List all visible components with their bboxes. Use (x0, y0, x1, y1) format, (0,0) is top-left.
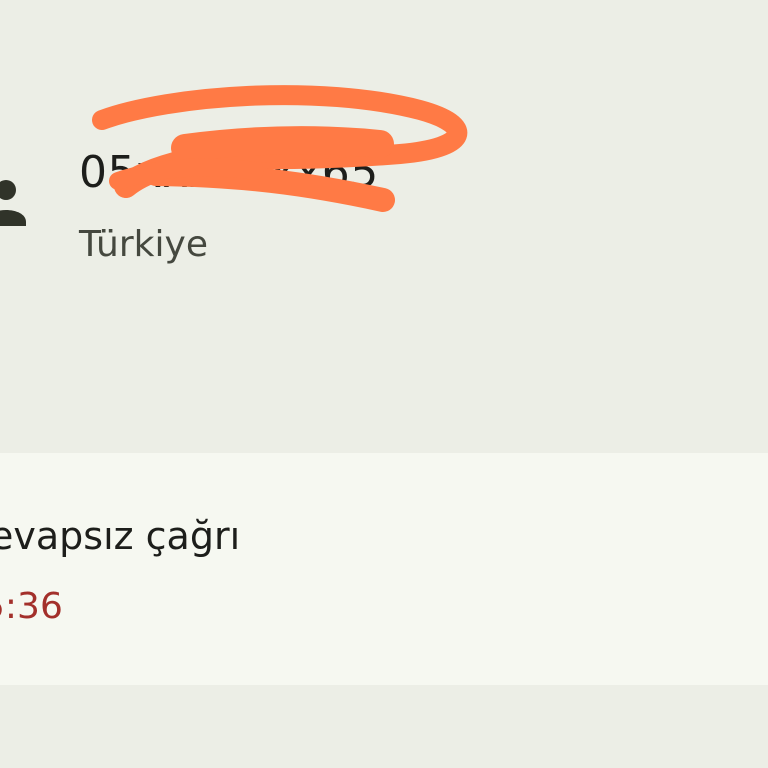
call-log-card[interactable] (0, 453, 768, 685)
call-time: 5:36 (0, 586, 63, 627)
missed-call-label: evapsız çağrı (0, 514, 241, 558)
phone-number[interactable]: 05xxxxxxx65 (79, 143, 379, 203)
footer-band (0, 685, 768, 768)
person-icon[interactable] (0, 178, 26, 228)
country-label: Türkiye (79, 224, 208, 265)
